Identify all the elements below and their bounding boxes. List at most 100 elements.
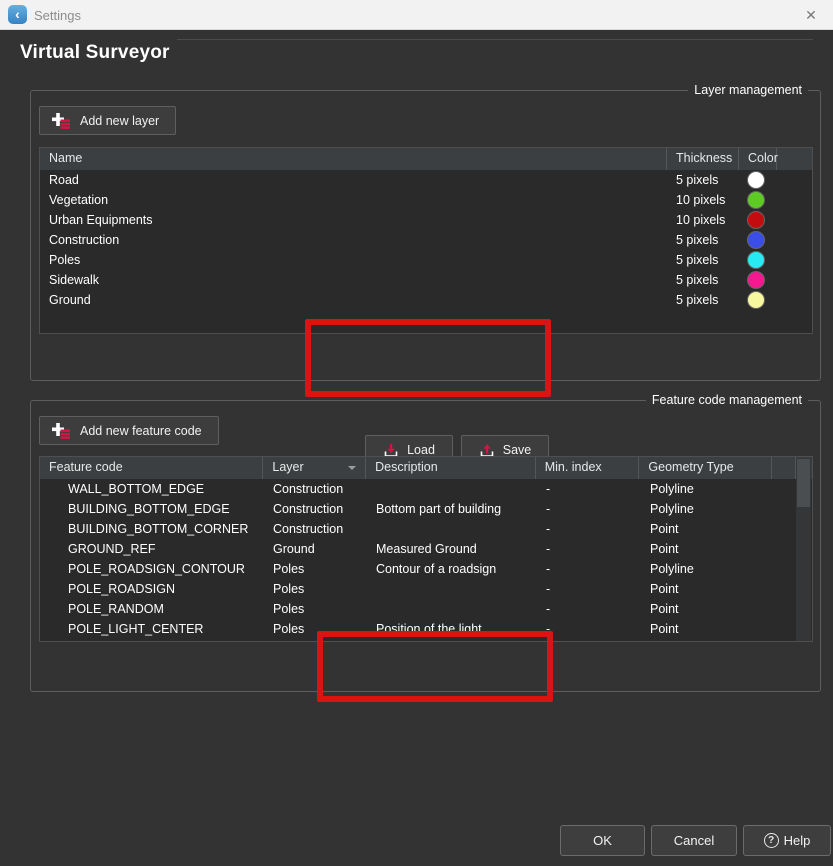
feature-code-management-group: Feature code management Add new feature … <box>30 400 821 692</box>
add-new-feature-code-button[interactable]: Add new feature code <box>39 416 219 445</box>
scrollbar-thumb[interactable] <box>797 459 810 507</box>
layer-table-row[interactable]: Sidewalk5 pixels <box>40 270 812 290</box>
geometry-type-cell: Polyline <box>641 559 774 579</box>
column-header-name[interactable]: Name <box>40 148 667 170</box>
layer-table-row[interactable]: Urban Equipments10 pixels <box>40 210 812 230</box>
color-swatch[interactable] <box>748 252 764 268</box>
ok-button[interactable]: OK <box>560 825 645 856</box>
geometry-type-cell: Point <box>641 539 774 559</box>
column-header-filler <box>777 148 812 170</box>
layer-table-row[interactable]: Vegetation10 pixels <box>40 190 812 210</box>
filler-cell <box>774 599 798 619</box>
column-header-min-index[interactable]: Min. index <box>536 457 640 479</box>
color-swatch[interactable] <box>748 192 764 208</box>
column-header-geometry-type[interactable]: Geometry Type <box>639 457 772 479</box>
color-cell <box>739 210 777 230</box>
layer-table-row[interactable]: Poles5 pixels <box>40 250 812 270</box>
description-cell <box>367 479 537 499</box>
feature-code-cell: WALL_BOTTOM_EDGE <box>40 479 264 499</box>
feature-table-row[interactable]: GROUND_REFGroundMeasured Ground-Point <box>40 539 812 559</box>
layer-cell: Construction <box>264 519 367 539</box>
column-header-thickness[interactable]: Thickness <box>667 148 739 170</box>
app-logo-icon: ‹ <box>8 5 27 24</box>
column-header-filler <box>772 457 796 479</box>
description-cell <box>367 579 537 599</box>
close-icon[interactable]: ✕ <box>801 6 821 24</box>
min-index-cell: - <box>537 519 641 539</box>
filler-cell <box>777 230 812 250</box>
add-new-feature-code-label: Add new feature code <box>80 424 202 438</box>
feature-code-cell: POLE_LIGHT_CENTER <box>40 619 264 639</box>
geometry-type-cell: Point <box>641 599 774 619</box>
min-index-cell: - <box>537 479 641 499</box>
thickness-cell: 5 pixels <box>667 170 739 190</box>
layer-cell: Poles <box>264 599 367 619</box>
column-header-color[interactable]: Color <box>739 148 777 170</box>
layer-table-row[interactable]: Road5 pixels <box>40 170 812 190</box>
layer-table-body: Road5 pixelsVegetation10 pixelsUrban Equ… <box>40 170 812 310</box>
layer-table-row[interactable]: Construction5 pixels <box>40 230 812 250</box>
layer-cell: Poles <box>264 579 367 599</box>
description-cell <box>367 599 537 619</box>
layer-cell: Poles <box>264 619 367 639</box>
thickness-cell: 10 pixels <box>667 210 739 230</box>
layer-name-cell: Urban Equipments <box>40 210 667 230</box>
feature-code-cell: BUILDING_BOTTOM_EDGE <box>40 499 264 519</box>
filler-cell <box>774 559 798 579</box>
layer-name-cell: Vegetation <box>40 190 667 210</box>
color-cell <box>739 250 777 270</box>
column-header-description[interactable]: Description <box>366 457 536 479</box>
filler-cell <box>777 190 812 210</box>
color-swatch[interactable] <box>748 292 764 308</box>
description-cell <box>367 519 537 539</box>
add-new-layer-button[interactable]: Add new layer <box>39 106 176 135</box>
layer-name-cell: Ground <box>40 290 667 310</box>
column-header-layer[interactable]: Layer <box>263 457 366 479</box>
vertical-scrollbar[interactable] <box>796 458 811 642</box>
layer-table: Name Thickness Color Road5 pixelsVegetat… <box>39 147 813 334</box>
add-new-layer-label: Add new layer <box>80 114 159 128</box>
feature-code-cell: GROUND_REF <box>40 539 264 559</box>
feature-table-row[interactable]: POLE_LIGHT_CENTERPolesPosition of the li… <box>40 619 812 639</box>
thickness-cell: 5 pixels <box>667 230 739 250</box>
cancel-label: Cancel <box>674 833 714 848</box>
heading-divider <box>177 39 813 40</box>
thickness-cell: 10 pixels <box>667 190 739 210</box>
layer-management-label: Layer management <box>688 82 808 99</box>
geometry-type-cell: Polyline <box>641 499 774 519</box>
feature-table-row[interactable]: POLE_ROADSIGNPoles-Point <box>40 579 812 599</box>
filler-cell <box>774 539 798 559</box>
feature-table-row[interactable]: WALL_BOTTOM_EDGEConstruction-Polyline <box>40 479 812 499</box>
thickness-cell: 5 pixels <box>667 270 739 290</box>
color-swatch[interactable] <box>748 232 764 248</box>
add-list-icon <box>52 422 72 439</box>
back-chevron-glyph: ‹ <box>15 7 20 21</box>
feature-table-row[interactable]: BUILDING_BOTTOM_CORNERConstruction-Point <box>40 519 812 539</box>
layer-cell: Construction <box>264 479 367 499</box>
feature-code-cell: POLE_ROADSIGN <box>40 579 264 599</box>
filler-cell <box>777 210 812 230</box>
feature-code-cell: BUILDING_BOTTOM_CORNER <box>40 519 264 539</box>
filler-cell <box>777 170 812 190</box>
min-index-cell: - <box>537 599 641 619</box>
column-header-feature-code[interactable]: Feature code <box>40 457 263 479</box>
feature-table-row[interactable]: POLE_ROADSIGN_CONTOURPolesContour of a r… <box>40 559 812 579</box>
help-button[interactable]: ? Help <box>743 825 831 856</box>
feature-code-cell: POLE_ROADSIGN_CONTOUR <box>40 559 264 579</box>
help-label: Help <box>784 833 811 848</box>
color-swatch[interactable] <box>748 212 764 228</box>
filler-cell <box>777 250 812 270</box>
color-cell <box>739 290 777 310</box>
color-swatch[interactable] <box>748 172 764 188</box>
filler-cell <box>777 290 812 310</box>
feature-table-row[interactable]: POLE_RANDOMPoles-Point <box>40 599 812 619</box>
filler-cell <box>774 499 798 519</box>
feature-table-row[interactable]: BUILDING_BOTTOM_EDGEConstructionBottom p… <box>40 499 812 519</box>
layer-name-cell: Poles <box>40 250 667 270</box>
layer-table-row[interactable]: Ground5 pixels <box>40 290 812 310</box>
filler-cell <box>774 619 798 639</box>
geometry-type-cell: Point <box>641 579 774 599</box>
color-swatch[interactable] <box>748 272 764 288</box>
cancel-button[interactable]: Cancel <box>651 825 737 856</box>
description-cell: Position of the light <box>367 619 537 639</box>
